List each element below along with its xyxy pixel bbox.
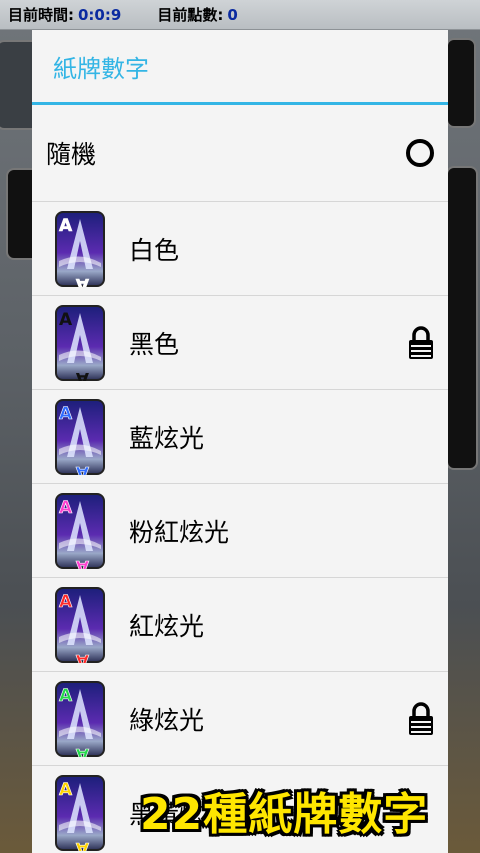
svg-text:A: A <box>59 216 73 236</box>
option-label: 紅炫光 <box>129 611 205 641</box>
card-ace-yellow-glow-icon: AA <box>55 774 105 851</box>
score-label: 目前點數: <box>157 6 224 24</box>
svg-text:A: A <box>59 686 73 706</box>
option-label: 黑色 <box>129 329 180 359</box>
background-card <box>446 38 476 128</box>
svg-text:A: A <box>75 274 89 287</box>
svg-text:A: A <box>75 650 89 663</box>
option-random[interactable]: 隨機 <box>32 105 448 202</box>
card-ace-blue-glow-icon: AA <box>55 398 105 475</box>
option-row[interactable]: A A 白色 <box>32 202 448 296</box>
card-ace-green-glow-icon: AA <box>55 680 105 757</box>
lock-icon <box>409 325 433 359</box>
elapsed-time: 目前時間: 0:0:9 <box>8 4 121 25</box>
svg-text:A: A <box>75 838 89 851</box>
option-row[interactable]: A A 粉紅炫光 <box>32 484 448 578</box>
card-ace-white-icon: AA <box>55 210 105 287</box>
dialog-title: 紙牌數字 <box>53 54 149 83</box>
card-ace-pink-glow-icon: AA <box>55 492 105 569</box>
option-row[interactable]: A A 黑色 <box>32 296 448 390</box>
status-bar: 目前時間: 0:0:9 目前點數: 0 <box>0 0 480 30</box>
score: 目前點數: 0 <box>157 4 237 25</box>
svg-text:A: A <box>59 498 73 518</box>
svg-text:A: A <box>75 462 89 475</box>
option-label: 粉紅炫光 <box>129 517 230 547</box>
card-number-style-dialog: 紙牌數字 隨機 A A 白色 A A 黑色 A A 藍炫光 A A 粉紅炫光 A A 紅炫光 A A 綠炫光 A A 黑… <box>32 30 448 853</box>
svg-text:A: A <box>75 556 89 569</box>
background-card <box>446 166 478 470</box>
svg-text:A: A <box>59 404 73 424</box>
option-row[interactable]: A A 綠炫光 <box>32 672 448 766</box>
time-value: 0:0:9 <box>78 5 122 24</box>
score-value: 0 <box>227 5 238 24</box>
svg-text:A: A <box>59 310 73 330</box>
svg-text:A: A <box>59 780 73 800</box>
radio-selected-icon[interactable] <box>406 139 434 167</box>
promo-caption: 22種紙牌數字 <box>140 789 429 840</box>
option-label: 隨機 <box>46 140 97 169</box>
svg-text:A: A <box>59 592 73 612</box>
option-label: 藍炫光 <box>129 423 205 453</box>
card-ace-black-icon: AA <box>55 304 105 381</box>
svg-text:A: A <box>75 744 89 757</box>
option-label: 白色 <box>129 235 180 265</box>
svg-text:A: A <box>75 368 89 381</box>
time-label: 目前時間: <box>8 6 74 24</box>
card-ace-red-glow-icon: AA <box>55 586 105 663</box>
option-row[interactable]: A A 藍炫光 <box>32 390 448 484</box>
option-label: 綠炫光 <box>129 705 205 735</box>
lock-icon <box>409 701 433 735</box>
option-row[interactable]: A A 紅炫光 <box>32 578 448 672</box>
